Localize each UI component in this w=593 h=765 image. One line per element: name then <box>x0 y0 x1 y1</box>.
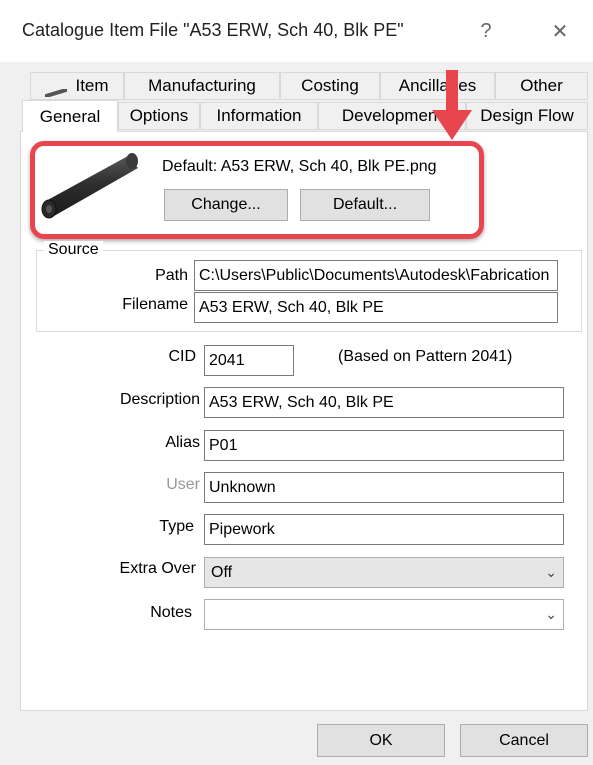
tab-design-flow[interactable]: Design Flow <box>466 102 588 130</box>
tab-costing[interactable]: Costing <box>280 72 380 100</box>
help-button[interactable]: ? <box>466 14 506 48</box>
tab-information[interactable]: Information <box>200 102 318 130</box>
extra-over-label: Extra Over <box>119 560 196 577</box>
window-title: Catalogue Item File "A53 ERW, Sch 40, Bl… <box>22 20 404 40</box>
chevron-down-icon: ⌄ <box>545 606 557 622</box>
tab-options[interactable]: Options <box>118 102 200 130</box>
filename-field[interactable]: A53 ERW, Sch 40, Blk PE <box>194 292 558 323</box>
path-field[interactable]: C:\Users\Public\Documents\Autodesk\Fabri… <box>194 260 558 291</box>
notes-select[interactable]: ⌄ <box>204 599 564 630</box>
path-label: Path <box>155 267 188 284</box>
cid-label: CID <box>168 348 196 365</box>
cid-field[interactable]: 2041 <box>204 345 294 376</box>
tab-item[interactable]: Item <box>30 72 124 100</box>
ok-button[interactable]: OK <box>317 724 445 757</box>
type-field[interactable]: Pipework <box>204 514 564 545</box>
filename-label: Filename <box>122 296 188 313</box>
description-field[interactable]: A53 ERW, Sch 40, Blk PE <box>204 387 564 418</box>
tab-manufacturing[interactable]: Manufacturing <box>124 72 280 100</box>
tab-item-label: Item <box>75 76 109 95</box>
cancel-button[interactable]: Cancel <box>460 724 588 757</box>
alias-field[interactable]: P01 <box>204 430 564 461</box>
close-button[interactable]: ✕ <box>540 14 580 48</box>
title-bar: Catalogue Item File "A53 ERW, Sch 40, Bl… <box>0 0 593 62</box>
user-field[interactable]: Unknown <box>204 472 564 503</box>
user-label: User <box>166 476 200 493</box>
notes-label: Notes <box>150 604 192 621</box>
pipe-icon <box>44 82 69 98</box>
type-label: Type <box>159 518 194 535</box>
cid-pattern-note: (Based on Pattern 2041) <box>338 348 513 365</box>
tab-other[interactable]: Other <box>495 72 588 100</box>
chevron-down-icon: ⌄ <box>545 564 557 580</box>
source-group-title: Source <box>44 241 103 259</box>
alias-label: Alias <box>165 434 200 451</box>
arrow-down-icon <box>432 70 472 140</box>
tab-general[interactable]: General <box>22 100 118 132</box>
extra-over-value: Off <box>211 563 233 581</box>
description-label: Description <box>119 391 200 408</box>
extra-over-select[interactable]: Off ⌄ <box>204 557 564 588</box>
highlight-annotation <box>30 141 484 239</box>
